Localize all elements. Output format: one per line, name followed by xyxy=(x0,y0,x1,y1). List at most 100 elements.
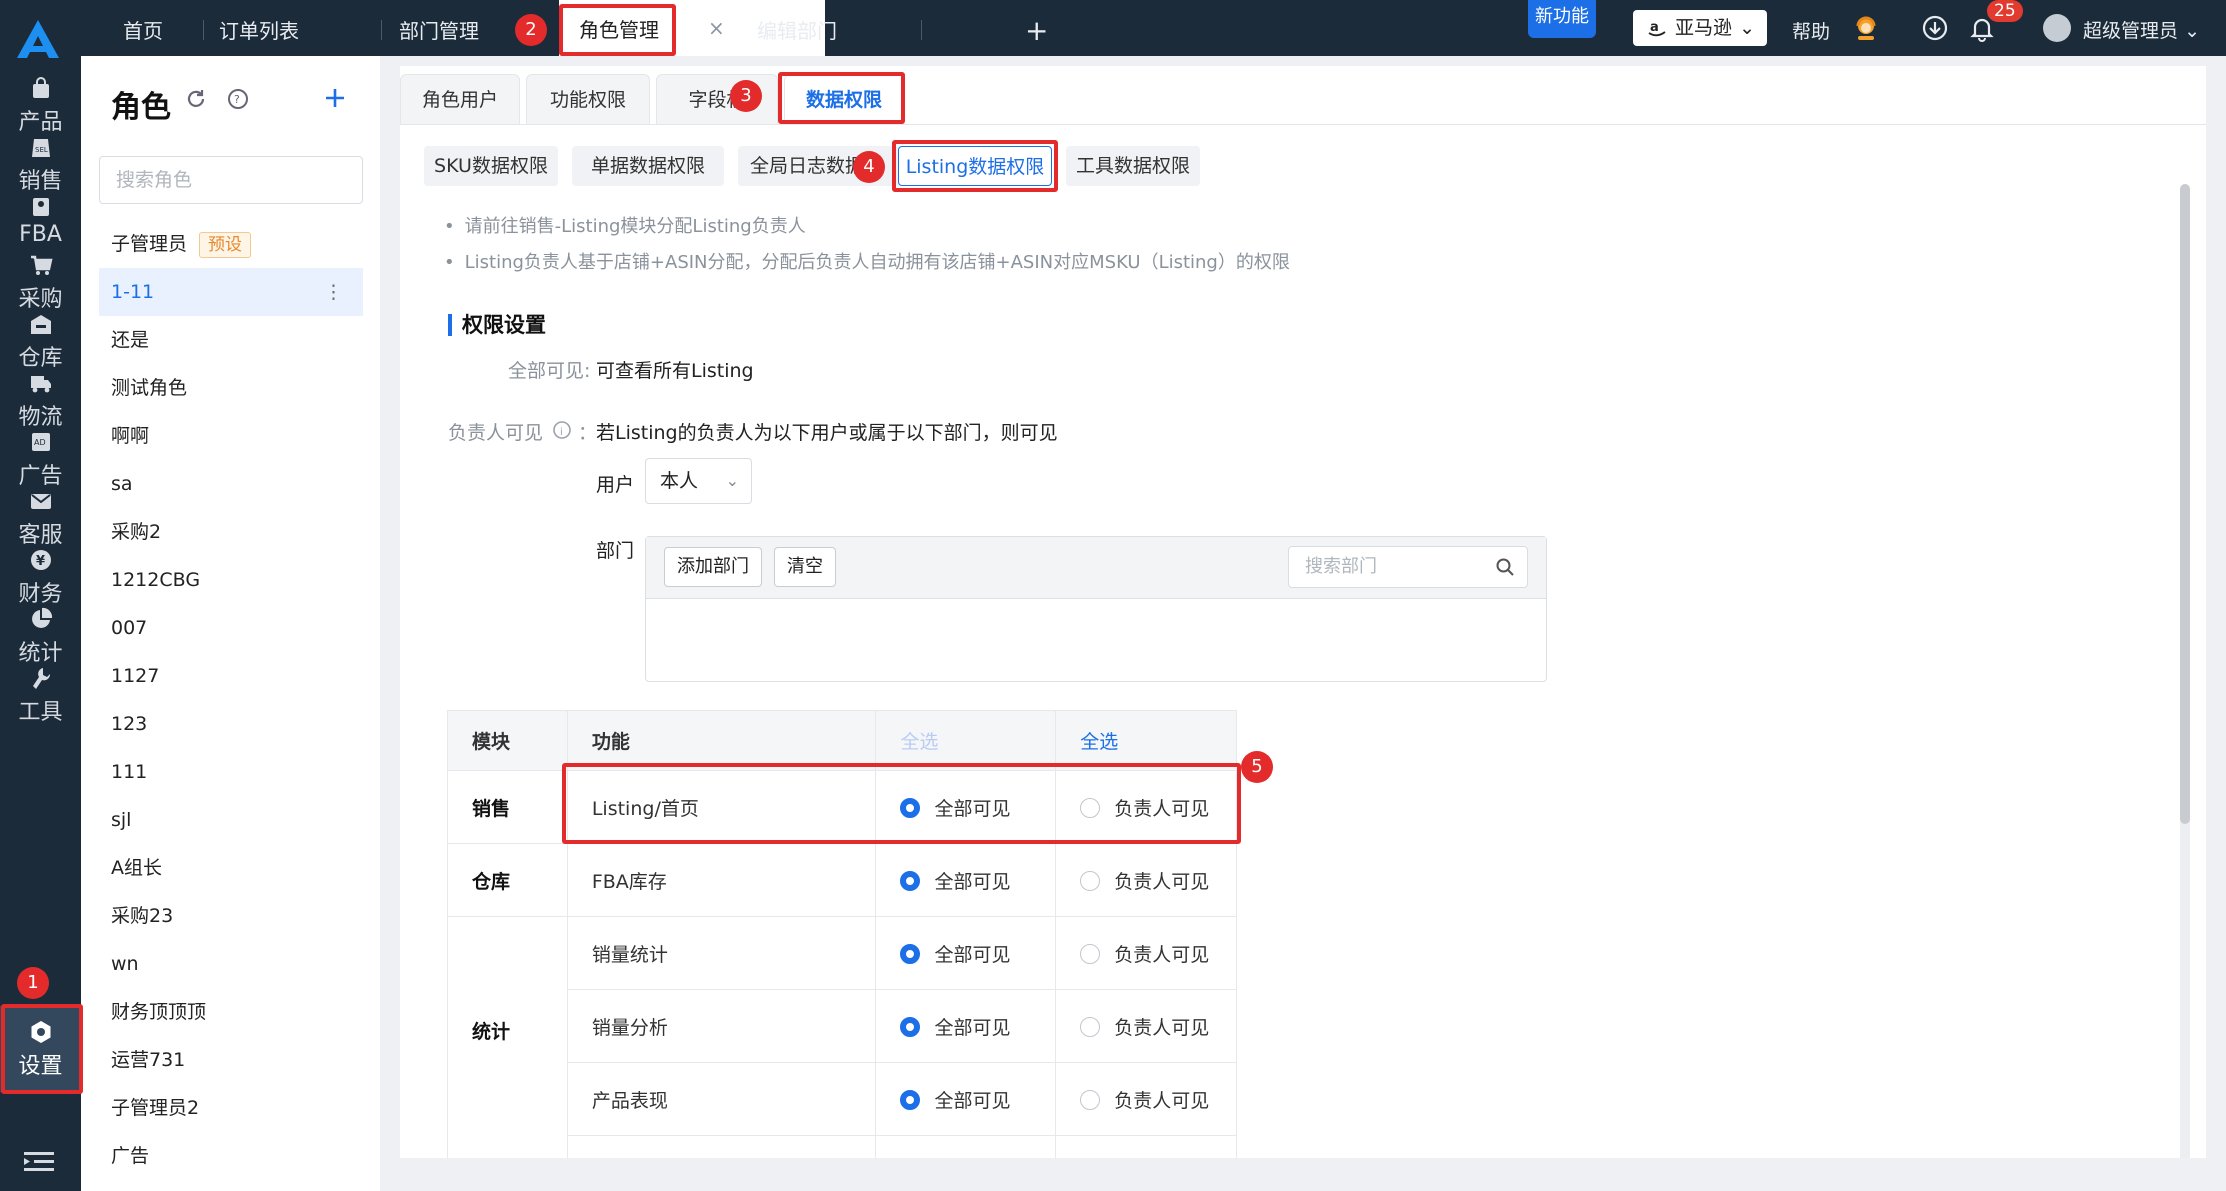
radio-label: 负责人可见 xyxy=(1114,1016,1210,1039)
role-item[interactable]: 测试角色 xyxy=(99,364,363,412)
pie-icon xyxy=(31,607,52,628)
avatar[interactable] xyxy=(2043,14,2071,42)
radio-checked[interactable] xyxy=(900,943,921,964)
role-item[interactable]: 1127 xyxy=(99,652,363,700)
role-item[interactable]: 子管理员 预设 xyxy=(99,220,363,268)
role-item[interactable]: sjl xyxy=(99,796,363,844)
annotation-box xyxy=(562,763,1241,844)
role-item[interactable]: 123 xyxy=(99,700,363,748)
radio-all-visible[interactable]: 全部可见 xyxy=(875,916,1057,990)
refresh-icon[interactable] xyxy=(185,88,207,110)
annotation-number: 3 xyxy=(730,80,762,112)
role-item[interactable]: 007 xyxy=(99,604,363,652)
radio-checked[interactable] xyxy=(900,870,921,891)
svg-text:a: a xyxy=(1650,20,1659,35)
radio-all-visible[interactable]: 全部可见 xyxy=(875,989,1057,1063)
role-item[interactable]: 111 xyxy=(99,748,363,796)
dept-picker: 添加部门 清空 搜索部门 xyxy=(645,536,1547,682)
table-row: 仓库 FBA库存 全部可见 负责人可见 xyxy=(447,843,1237,917)
annotation-box xyxy=(559,4,676,56)
scrollbar-thumb[interactable] xyxy=(2180,184,2190,824)
chevron-down-icon: ⌄ xyxy=(1739,17,1755,39)
store-select[interactable]: a 亚马逊 ⌄ xyxy=(1633,10,1767,46)
role-item[interactable]: 1-11 ⋮ xyxy=(99,268,363,316)
radio-owner-visible[interactable]: 负责人可见 xyxy=(1055,1062,1237,1136)
select-all-owner-link[interactable]: 全选 xyxy=(1055,710,1237,771)
vertical-scrollbar[interactable] xyxy=(2180,184,2190,1174)
role-item[interactable]: 运营731 xyxy=(99,1036,363,1084)
note-text: 请前往销售-Listing模块分配Listing负责人 xyxy=(444,212,806,238)
role-item[interactable]: sa xyxy=(99,460,363,508)
subtab-sku[interactable]: SKU数据权限 xyxy=(424,146,558,186)
all-visible-label: 全部可见: xyxy=(508,360,591,382)
radio-all-visible[interactable]: 全部可见 xyxy=(875,843,1057,917)
radio-owner-visible[interactable]: 负责人可见 xyxy=(1055,916,1237,990)
tab-close-icon[interactable]: × xyxy=(708,16,725,40)
section-title: 权限设置 xyxy=(448,314,546,336)
tab-edit-dept[interactable]: 编辑部门 xyxy=(757,0,837,56)
radio-label: 负责人可见 xyxy=(1114,943,1210,966)
add-tab-button[interactable]: + xyxy=(1025,14,1048,47)
role-item[interactable]: 子管理员2 xyxy=(99,1084,363,1132)
radio-unchecked[interactable] xyxy=(1080,870,1101,891)
subtab-tools[interactable]: 工具数据权限 xyxy=(1066,146,1200,186)
role-item[interactable]: wn xyxy=(99,940,363,988)
role-item[interactable]: 采购23 xyxy=(99,892,363,940)
clear-button[interactable]: 清空 xyxy=(774,547,836,587)
radio-unchecked[interactable] xyxy=(1080,1089,1101,1110)
tab-function-permission[interactable]: 功能权限 xyxy=(526,74,650,124)
radio-all-visible[interactable]: 全部可见 xyxy=(875,1062,1057,1136)
support-agent-icon[interactable] xyxy=(1852,14,1880,42)
role-item[interactable]: 财务顶顶顶 xyxy=(99,988,363,1036)
user-label: 用户 xyxy=(596,474,635,496)
help-circle-icon[interactable]: ? xyxy=(227,88,249,110)
collapse-menu-icon[interactable] xyxy=(24,1150,54,1174)
mail-icon xyxy=(30,494,51,509)
radio-owner-visible[interactable]: 负责人可见 xyxy=(1055,843,1237,917)
role-item[interactable]: 1212CBG xyxy=(99,556,363,604)
radio-unchecked[interactable] xyxy=(1080,1016,1101,1037)
role-item[interactable]: 采购2 xyxy=(99,508,363,556)
all-visible-text: 可查看所有Listing xyxy=(596,360,754,382)
radio-unchecked[interactable] xyxy=(1080,943,1101,964)
feature-cell: 销量统计 xyxy=(566,916,877,990)
tab-divider xyxy=(381,20,382,40)
radio-label: 全部可见 xyxy=(934,870,1011,893)
radio-checked[interactable] xyxy=(900,1089,921,1110)
subtab-documents[interactable]: 单据数据权限 xyxy=(572,146,724,186)
select-all-visible-link[interactable]: 全选 xyxy=(875,710,1057,771)
tab-role-users[interactable]: 角色用户 xyxy=(400,74,520,124)
more-options-icon[interactable]: ⋮ xyxy=(324,268,343,316)
warehouse-icon xyxy=(30,315,51,334)
role-item[interactable]: 还是 xyxy=(99,316,363,364)
radio-owner-visible[interactable]: 负责人可见 xyxy=(1055,989,1237,1063)
owner-visible-label: 负责人可见 xyxy=(448,422,544,444)
table-row: 统计 销量统计 全部可见 负责人可见 xyxy=(447,916,1237,1191)
username-menu[interactable]: 超级管理员 ⌄ xyxy=(2083,16,2200,43)
app-logo-icon[interactable] xyxy=(15,18,61,60)
feature-cell: FBA库存 xyxy=(566,843,877,917)
download-icon[interactable] xyxy=(1921,14,1949,42)
user-select[interactable]: 本人 ⌄ xyxy=(645,458,752,504)
dept-search-placeholder: 搜索部门 xyxy=(1305,556,1377,577)
tab-home[interactable]: 首页 xyxy=(123,0,163,56)
radio-label: 负责人可见 xyxy=(1114,1089,1210,1112)
add-role-icon[interactable] xyxy=(323,86,347,110)
help-link[interactable]: 帮助 xyxy=(1792,17,1830,44)
radio-checked[interactable] xyxy=(900,1016,921,1037)
annotation-number: 2 xyxy=(515,14,547,46)
tab-dept-manage[interactable]: 部门管理 xyxy=(399,0,479,56)
tab-order-list[interactable]: 订单列表 xyxy=(219,0,299,56)
role-item[interactable]: A组长 xyxy=(99,844,363,892)
tab-divider xyxy=(203,20,204,40)
role-item[interactable]: 啊啊 xyxy=(99,412,363,460)
role-item[interactable]: 广告 xyxy=(99,1132,363,1180)
new-feature-button[interactable]: 新功能 xyxy=(1528,0,1596,38)
search-icon[interactable] xyxy=(1495,557,1515,577)
tab-underline xyxy=(400,124,2206,125)
dept-search-input[interactable]: 搜索部门 xyxy=(1288,546,1528,588)
add-dept-button[interactable]: 添加部门 xyxy=(664,547,762,587)
info-icon[interactable]: i xyxy=(552,420,572,440)
role-search-input[interactable]: 搜索角色 xyxy=(99,156,363,204)
nav-item-tools[interactable]: 工具 xyxy=(0,656,81,734)
